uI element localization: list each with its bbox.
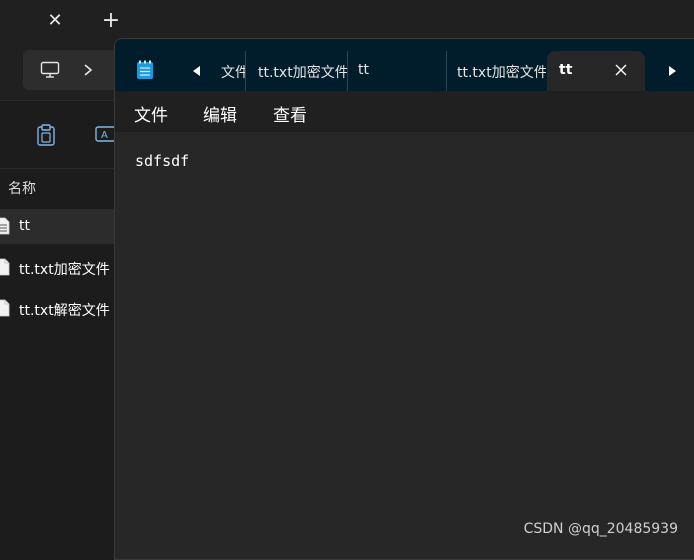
- tab-tt[interactable]: tt: [358, 51, 447, 91]
- file-row[interactable]: tt.txt解密文件: [0, 292, 120, 326]
- tab-file[interactable]: 文件: [221, 51, 246, 91]
- explorer-tab-close-icon[interactable]: ✕: [44, 10, 66, 32]
- explorer-address-bar[interactable]: [23, 50, 123, 90]
- file-name: tt: [19, 218, 30, 234]
- file-name: tt.txt解密文件: [19, 303, 110, 319]
- close-tab-icon[interactable]: [613, 62, 629, 78]
- tab-label: 文件: [221, 65, 245, 81]
- explorer-column-header[interactable]: 名称: [0, 168, 120, 210]
- tab-tt-txt-encrypted[interactable]: tt.txt加密文件: [457, 51, 546, 91]
- tab-scroll-left-icon[interactable]: [191, 65, 203, 77]
- menu-file[interactable]: 文件: [134, 101, 168, 126]
- text-editor-area[interactable]: sdfsdf: [115, 132, 694, 559]
- tab-tt-txt-encrypted[interactable]: tt.txt加密文件: [258, 51, 348, 91]
- notepad-app-icon: [137, 60, 153, 79]
- menu-view[interactable]: 查看: [273, 101, 307, 126]
- notepad-menu-bar: 文件 编辑 查看: [115, 91, 694, 132]
- file-icon: [0, 258, 10, 276]
- tab-tt-active[interactable]: tt: [547, 51, 645, 91]
- file-name: tt.txt加密文件: [19, 262, 110, 278]
- file-row[interactable]: tt: [0, 210, 120, 244]
- tab-scroll-right-icon[interactable]: [666, 65, 678, 77]
- tab-label: tt.txt加密文件: [457, 65, 546, 81]
- clipboard-icon[interactable]: [36, 124, 56, 146]
- file-icon: [0, 299, 10, 317]
- explorer-new-tab-icon[interactable]: +: [100, 9, 122, 33]
- notepad-tab-bar: 文件 tt.txt加密文件 tt tt.txt加密文件 tt: [115, 39, 694, 91]
- text-file-icon: [0, 217, 10, 235]
- tab-label: tt: [358, 62, 369, 78]
- watermark: CSDN @qq_20485939: [523, 521, 678, 537]
- document-content: sdfsdf: [135, 152, 190, 170]
- svg-text:A: A: [101, 130, 108, 141]
- monitor-icon[interactable]: [40, 60, 60, 80]
- tab-label: tt: [559, 62, 573, 78]
- file-row[interactable]: tt.txt加密文件: [0, 251, 120, 285]
- chevron-right-icon[interactable]: [80, 60, 96, 80]
- column-header-name: 名称: [8, 181, 36, 197]
- menu-edit[interactable]: 编辑: [203, 101, 237, 126]
- tab-label: tt.txt加密文件: [258, 65, 348, 81]
- notepad-window: 文件 tt.txt加密文件 tt tt.txt加密文件 tt 文件 编辑 查看 …: [114, 38, 694, 560]
